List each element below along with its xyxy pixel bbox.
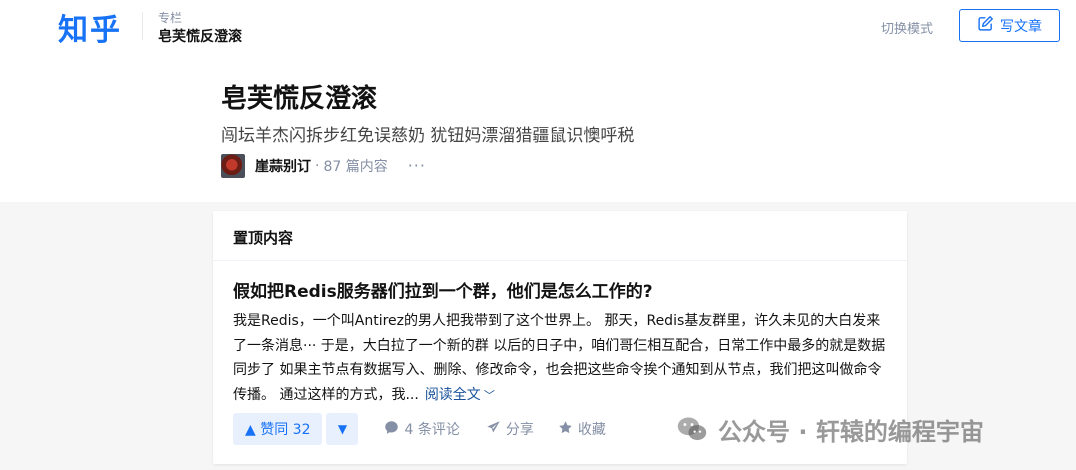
read-more-button[interactable]: 阅读全文 ﹀ xyxy=(425,387,495,403)
topbar-divider xyxy=(142,12,143,40)
write-article-label: 写文章 xyxy=(1000,18,1042,35)
column-header: 皂芙慌反澄滚 闯坛羊杰闪拆步红免误慈奶 犹钮妈漂溜猎疆鼠识懊呼税 崖蒜别订 · … xyxy=(0,52,1076,202)
vote-down-button[interactable]: ▼ xyxy=(326,413,359,445)
author-row: 崖蒜别订 · 87 篇内容 ··· xyxy=(221,152,426,180)
share-button[interactable]: 分享 xyxy=(486,419,534,439)
share-label: 分享 xyxy=(505,422,534,438)
comment-bubble-icon xyxy=(384,420,399,439)
author-name-link[interactable]: 崖蒜别订 xyxy=(255,156,311,176)
excerpt-text: 我是Redis，一个叫Antirez的男人把我带到了这个世界上。 那天，Redi… xyxy=(233,313,886,403)
watermark: 公众号 · 轩辕的编程宇宙 xyxy=(676,407,984,451)
article-actions: ▲ 赞同 32 ▼ 4 条评论 分享 收藏 xyxy=(233,413,606,445)
article-excerpt[interactable]: 我是Redis，一个叫Antirez的男人把我带到了这个世界上。 那天，Redi… xyxy=(233,309,889,408)
dot-separator: · xyxy=(315,158,320,174)
content-count: 87 篇内容 xyxy=(323,159,388,175)
avatar[interactable] xyxy=(221,154,245,178)
read-more-label: 阅读全文 xyxy=(424,386,481,403)
write-article-button[interactable]: 写文章 xyxy=(959,9,1060,42)
pinned-section-title: 置顶内容 xyxy=(233,229,294,247)
ellipsis-icon[interactable]: ··· xyxy=(408,158,426,174)
edit-icon xyxy=(977,15,994,36)
article-title-link[interactable]: 假如把Redis服务器们拉到一个群，他们是怎么工作的? xyxy=(233,277,653,302)
column-kicker[interactable]: 专栏 xyxy=(158,9,182,26)
column-title: 皂芙慌反澄滚 xyxy=(221,84,378,114)
vote-up-button[interactable]: ▲ 赞同 32 xyxy=(233,413,323,445)
chevron-down-icon: ﹀ xyxy=(483,388,495,402)
wechat-icon xyxy=(677,417,707,441)
comments-button[interactable]: 4 条评论 xyxy=(384,419,460,439)
watermark-text: 公众号 · 轩辕的编程宇宙 xyxy=(718,417,984,446)
switch-mode-button[interactable]: 切换模式 xyxy=(881,18,933,37)
favorite-label: 收藏 xyxy=(577,422,606,438)
star-icon xyxy=(558,420,573,439)
column-name-link[interactable]: 皂芙慌反澄滚 xyxy=(158,26,242,46)
comments-label: 4 条评论 xyxy=(404,422,460,438)
zhihu-logo[interactable]: 知乎 xyxy=(58,5,122,49)
paper-plane-icon xyxy=(486,420,501,439)
top-bar: 知乎 专栏 皂芙慌反澄滚 切换模式 写文章 xyxy=(0,0,1076,52)
card-header: 置顶内容 xyxy=(213,211,907,261)
column-description: 闯坛羊杰闪拆步红免误慈奶 犹钮妈漂溜猎疆鼠识懊呼税 xyxy=(221,126,635,146)
favorite-button[interactable]: 收藏 xyxy=(558,419,606,439)
